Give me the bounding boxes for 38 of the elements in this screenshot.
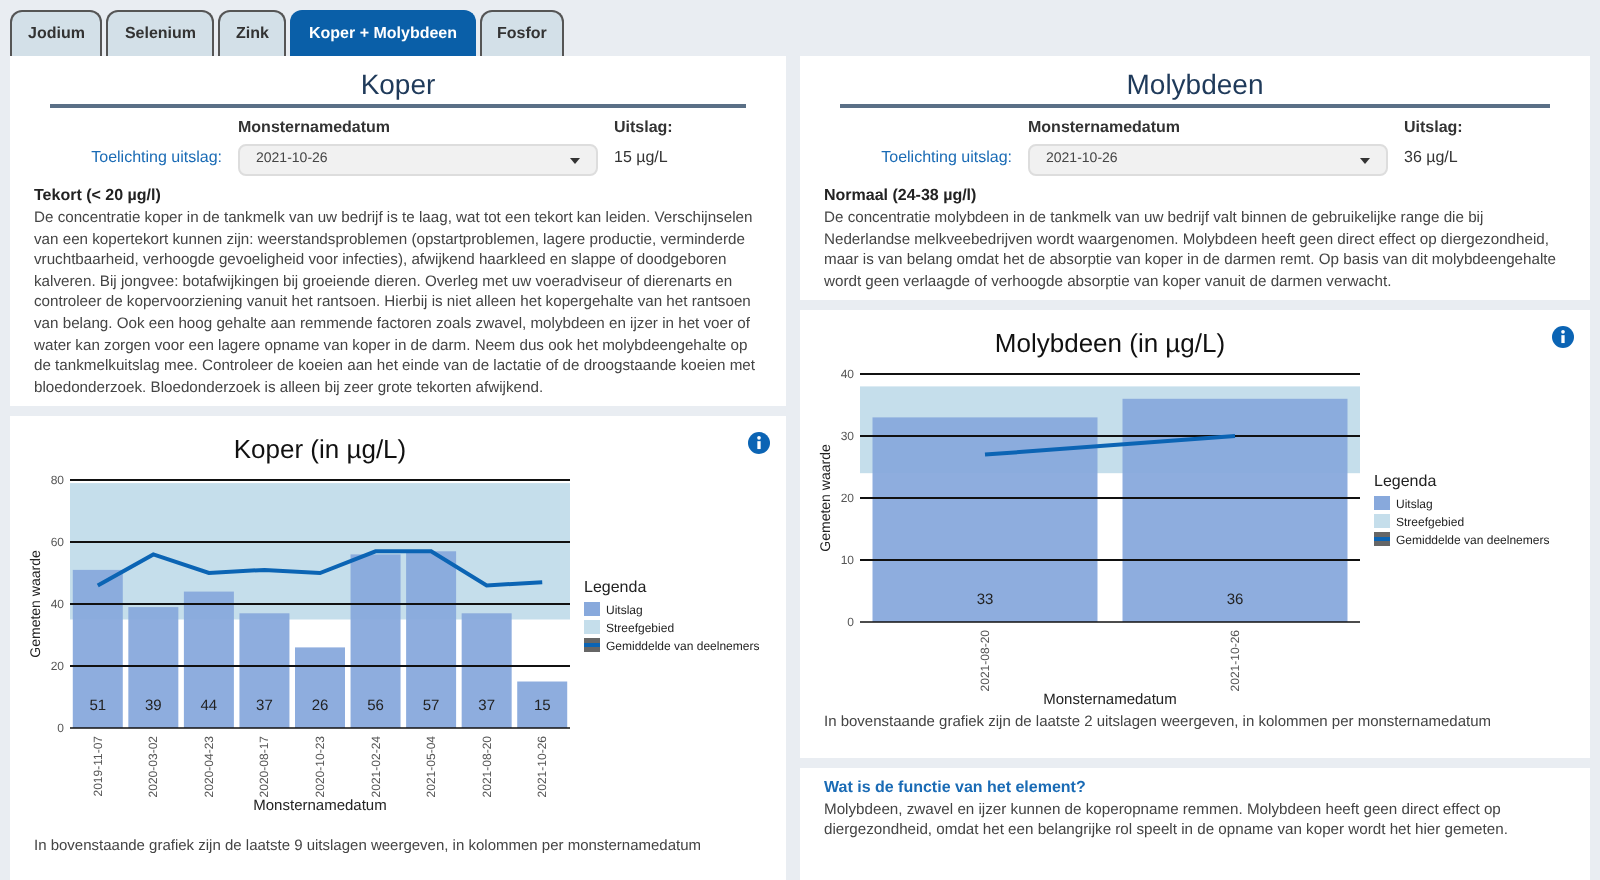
field-label: Toelichting uitslag:	[89, 146, 222, 170]
tab[interactable]: Selenium	[106, 10, 215, 56]
legend-title: Legenda	[584, 578, 647, 597]
legend-swatch-icon	[584, 602, 600, 617]
tab[interactable]: Jodium	[10, 10, 103, 56]
section-title: Molybdeen	[1124, 66, 1266, 104]
bar	[461, 614, 512, 729]
info-icon[interactable]	[1552, 326, 1574, 349]
legend-swatch-icon	[584, 638, 600, 653]
status-title: Tekort (< 20 µg/l)	[32, 184, 163, 208]
tab[interactable]: Koper + Molybdeen	[290, 10, 475, 56]
bar	[128, 607, 179, 729]
caret-icon	[570, 157, 580, 163]
chart-title: Koper (in µg/L)	[233, 434, 407, 465]
result-value: 15 µg/L	[614, 146, 670, 170]
info-icon[interactable]	[748, 432, 770, 455]
tab[interactable]: Fosfor	[479, 10, 565, 56]
caret-icon	[1360, 157, 1370, 163]
result-value: 36 µg/L	[1404, 146, 1460, 170]
legend-swatch-icon	[1374, 532, 1390, 547]
legend-swatch-icon	[1374, 496, 1390, 511]
tab[interactable]: Zink	[218, 10, 287, 56]
section-title: Koper	[358, 66, 438, 104]
legend-swatch-icon	[584, 620, 600, 635]
bar	[295, 648, 345, 729]
bar	[239, 614, 290, 729]
field-label: Toelichting uitslag:	[879, 146, 1012, 170]
legend-title: Legenda	[1374, 472, 1437, 491]
bar	[517, 682, 568, 729]
chart-title: Molybdeen (in µg/L)	[994, 328, 1226, 359]
column-header: Uitslag:	[614, 116, 675, 140]
status-title: Normaal (24-38 µg/l)	[822, 184, 979, 208]
legend-swatch-icon	[1374, 514, 1390, 529]
column-header: Monsternamedatum	[238, 116, 393, 140]
bar	[183, 592, 234, 729]
column-header: Uitslag:	[1404, 116, 1465, 140]
info-title: Wat is de functie van het element?	[824, 775, 1088, 800]
column-header: Monsternamedatum	[1028, 116, 1183, 140]
